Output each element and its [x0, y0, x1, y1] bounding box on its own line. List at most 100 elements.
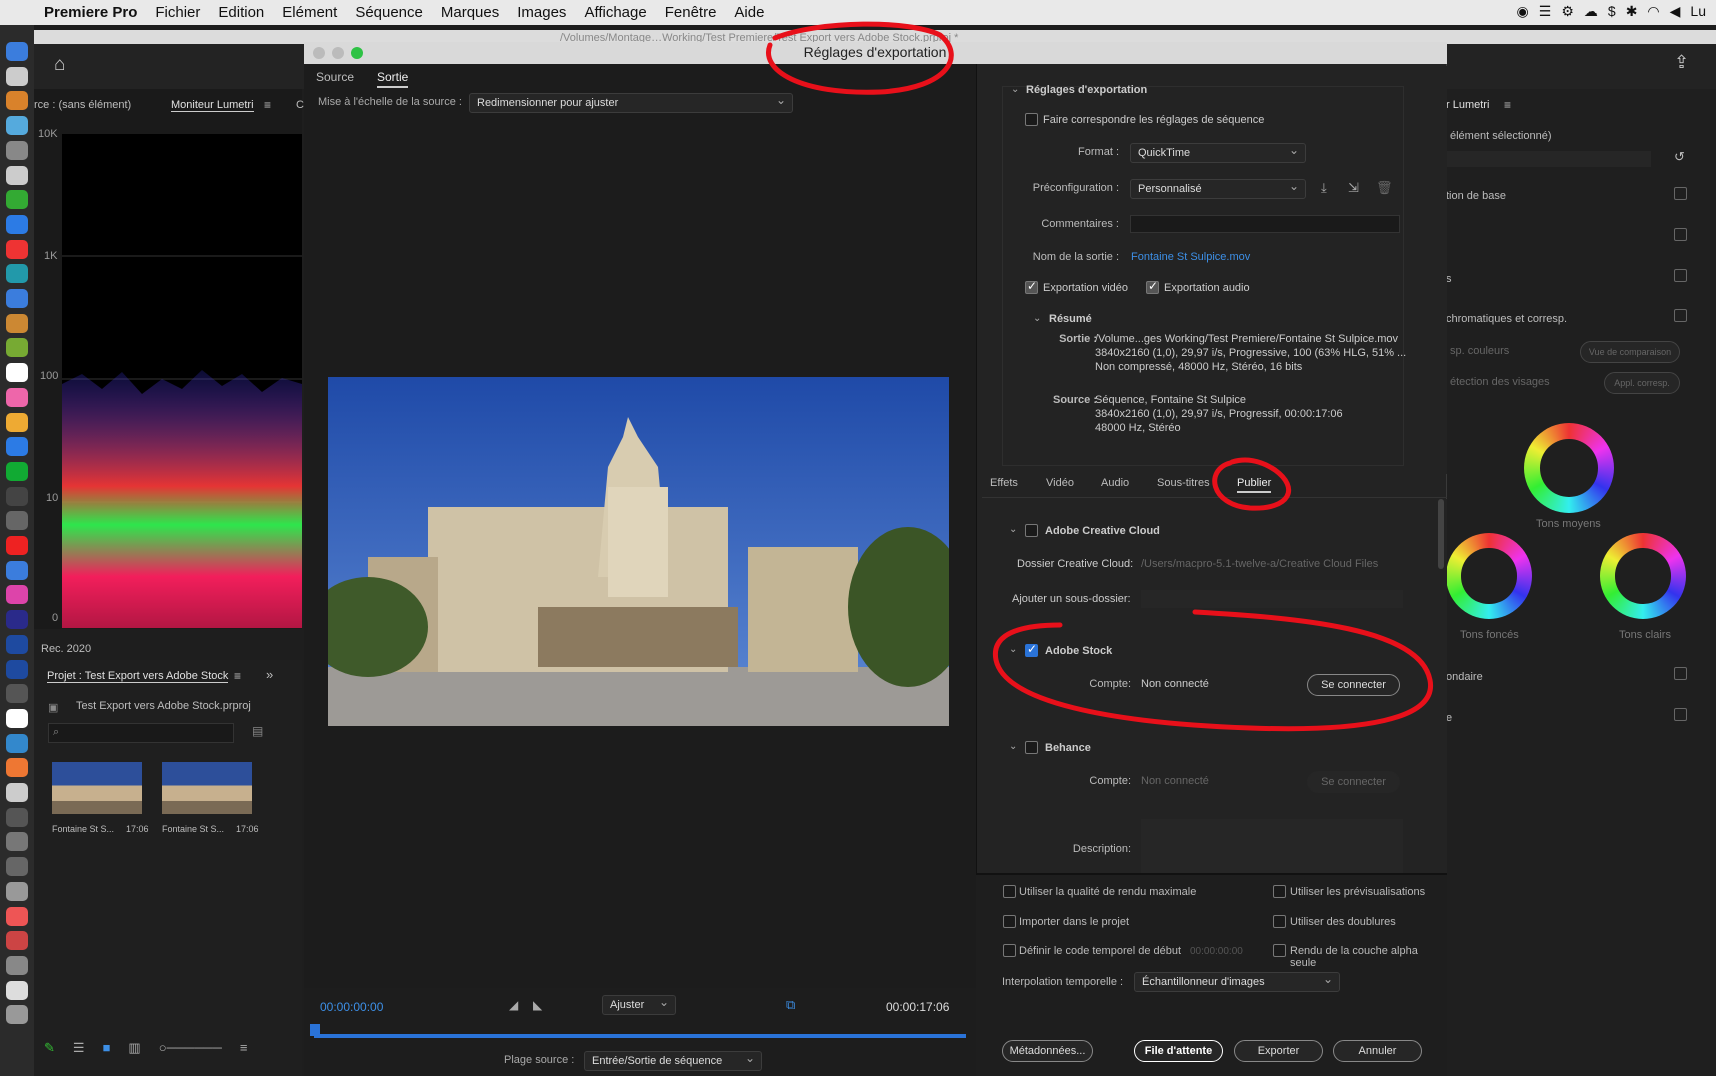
export-video-checkbox[interactable] [1025, 279, 1038, 294]
metadata-button[interactable]: Métadonnées... [1002, 1040, 1093, 1062]
alpha-only-checkbox[interactable] [1273, 944, 1286, 957]
dock-app-icon[interactable] [6, 289, 28, 308]
fit-select[interactable]: Ajuster [602, 995, 676, 1015]
creative-cloud-checkbox[interactable] [1025, 524, 1038, 537]
cancel-button[interactable]: Annuler [1333, 1040, 1422, 1062]
collapse-icon[interactable]: ⌄ [1009, 524, 1017, 535]
dock-app-icon[interactable] [6, 239, 28, 259]
menu-images[interactable]: Images [517, 4, 566, 21]
sort-icon[interactable]: ≡ [240, 1040, 248, 1060]
max-quality-checkbox[interactable] [1003, 885, 1016, 898]
export-button[interactable]: Exporter [1234, 1040, 1323, 1062]
tab-video[interactable]: Vidéo [1046, 477, 1074, 489]
clip-thumbnail[interactable] [162, 762, 252, 814]
stock-connect-button[interactable]: Se connecter [1307, 674, 1400, 696]
comments-input[interactable] [1130, 215, 1400, 233]
dock-app-icon[interactable] [6, 338, 28, 358]
subfolder-input[interactable] [1141, 590, 1403, 608]
midtones-wheel[interactable] [1524, 423, 1614, 513]
dock-app-icon[interactable] [6, 560, 28, 580]
menu-marques[interactable]: Marques [441, 4, 499, 21]
dock-app-icon[interactable] [6, 857, 28, 877]
description-input[interactable] [1141, 819, 1403, 874]
dock-app-icon[interactable] [6, 264, 28, 284]
dock-app-icon[interactable] [6, 807, 28, 827]
wifi-icon[interactable]: ◠ [1647, 3, 1659, 20]
dock-app-icon[interactable] [6, 832, 28, 852]
panel-menu-icon[interactable]: ≡ [264, 98, 271, 112]
home-icon[interactable]: ⌂ [54, 54, 65, 76]
reset-icon[interactable]: ↺ [1674, 149, 1685, 165]
menu-sequence[interactable]: Séquence [355, 4, 423, 21]
interp-select[interactable]: Échantillonneur d'images [1134, 972, 1340, 992]
section-checkbox[interactable] [1674, 708, 1687, 721]
status-icon[interactable]: ☁ [1584, 3, 1598, 20]
set-timecode-checkbox[interactable] [1003, 944, 1016, 957]
section-checkbox[interactable] [1674, 228, 1687, 241]
use-proxies-checkbox[interactable] [1273, 915, 1286, 928]
queue-button[interactable]: File d'attente [1134, 1040, 1223, 1062]
section-checkbox[interactable] [1674, 667, 1687, 680]
dock-app-icon[interactable] [6, 165, 28, 185]
dock-app-icon[interactable] [6, 91, 28, 111]
clock[interactable]: Lu [1690, 3, 1706, 20]
apply-match-button[interactable]: Appl. corresp. [1604, 372, 1680, 394]
import-preset-icon[interactable]: ⇲ [1348, 180, 1359, 196]
tab-output[interactable]: Sortie [377, 70, 409, 88]
tab-publish[interactable]: Publier [1237, 477, 1272, 493]
menu-fenetre[interactable]: Fenêtre [665, 4, 717, 21]
collapse-icon[interactable]: ⌄ [1011, 84, 1019, 95]
clip-thumbnail[interactable] [52, 762, 142, 814]
use-previews-checkbox[interactable] [1273, 885, 1286, 898]
dock-app-icon[interactable] [6, 931, 28, 951]
section-checkbox[interactable] [1674, 269, 1687, 282]
match-sequence-checkbox[interactable] [1025, 113, 1038, 126]
comparison-view-button[interactable]: Vue de comparaison [1580, 341, 1680, 363]
dock-app-icon[interactable] [6, 363, 28, 383]
timecode-value[interactable]: 00:00:00:00 [1190, 946, 1243, 957]
app-menu[interactable]: Premiere Pro [44, 4, 137, 21]
dock-app-icon[interactable] [6, 486, 28, 506]
lumetri-section-color-match[interactable]: chromatiques et corresp. [1446, 313, 1567, 325]
menu-edition[interactable]: Edition [218, 4, 264, 21]
dock-app-icon[interactable] [6, 610, 28, 630]
share-icon[interactable]: ⇪ [1674, 52, 1689, 73]
scope-footer[interactable]: Rec. 2020 [41, 643, 91, 655]
menu-element[interactable]: Elément [282, 4, 337, 21]
panel-menu-icon[interactable]: ≡ [1504, 98, 1511, 112]
status-icon[interactable]: ✱ [1626, 3, 1638, 20]
aspect-toggle-icon[interactable]: ⧉ [786, 997, 795, 1013]
menu-fichier[interactable]: Fichier [155, 4, 200, 21]
zoom-slider[interactable]: ○────── [159, 1040, 222, 1060]
tab-effects[interactable]: Effets [990, 477, 1018, 489]
scrollbar[interactable] [1438, 499, 1444, 569]
mark-in-icon[interactable]: ◢ [509, 998, 518, 1012]
preset-select[interactable]: Personnalisé [1130, 179, 1306, 199]
collapse-icon[interactable]: ⌄ [1033, 313, 1041, 324]
behance-connect-button[interactable]: Se connecter [1307, 771, 1400, 793]
project-tab[interactable]: Projet : Test Export vers Adobe Stock [47, 670, 229, 683]
tab-source[interactable]: Source [316, 70, 354, 84]
dock-app-icon[interactable] [6, 684, 28, 704]
dock-app-icon[interactable] [6, 42, 28, 61]
lumetri-section-secondary[interactable]: ondaire [1446, 671, 1483, 683]
new-bin-icon[interactable]: ▤ [252, 724, 263, 738]
dock-app-icon[interactable] [6, 906, 28, 926]
panel-menu-icon[interactable]: ≡ [234, 669, 241, 683]
volume-icon[interactable]: ◀ [1670, 3, 1681, 20]
dock-app-icon[interactable] [6, 1005, 28, 1025]
lumetri-color-tab[interactable]: r Lumetri [1446, 99, 1489, 111]
clip-select[interactable] [1446, 151, 1651, 167]
expand-panels-icon[interactable]: » [266, 667, 273, 682]
dock-app-icon[interactable] [6, 955, 28, 975]
dock-app-icon[interactable] [6, 733, 28, 753]
section-checkbox[interactable] [1674, 187, 1687, 200]
dock-app-icon[interactable] [6, 214, 28, 234]
dock-app-icon[interactable] [6, 66, 28, 86]
dock-app-icon[interactable] [6, 461, 28, 481]
dock-app-icon[interactable] [6, 387, 28, 407]
lumetri-section-basic[interactable]: tion de base [1446, 190, 1506, 202]
status-icon[interactable]: $ [1608, 3, 1616, 20]
status-icon[interactable]: ◉ [1517, 3, 1529, 20]
minimize-button[interactable] [332, 47, 344, 59]
